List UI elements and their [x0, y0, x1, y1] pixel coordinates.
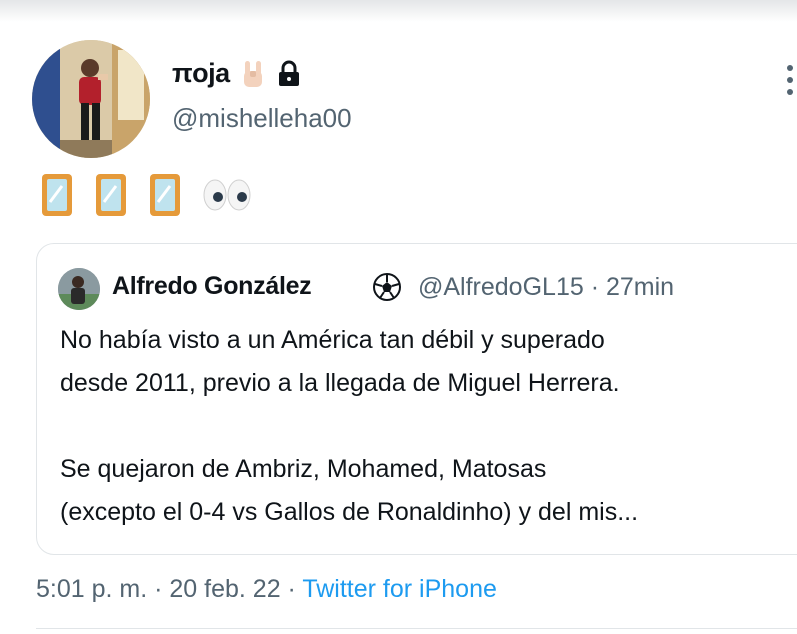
more-options-icon[interactable]	[783, 60, 797, 100]
quoted-author-name[interactable]: Alfredo González	[112, 272, 312, 301]
tweet-timestamp-row: 5:01 p. m. · 20 feb. 22 · Twitter for iP…	[36, 575, 497, 604]
divider	[36, 628, 797, 629]
author-avatar[interactable]	[32, 40, 150, 158]
quoted-time-ago[interactable]: 27min	[606, 273, 674, 301]
quoted-text-line: No había visto a un América tan débil y …	[60, 326, 605, 354]
tweet-source-link[interactable]: Twitter for iPhone	[302, 575, 497, 603]
quoted-text-line: desde 2011, previo a la llegada de Migue…	[60, 369, 620, 397]
eyes-emoji-icon	[203, 179, 251, 211]
mirror-emoji-icon	[150, 174, 180, 216]
tweet-timestamp[interactable]: 5:01 p. m. · 20 feb. 22 ·	[36, 575, 302, 603]
tweet-text	[40, 172, 252, 218]
author-display-name[interactable]: πoja	[172, 58, 230, 89]
top-shadow	[0, 0, 797, 22]
quoted-text-line: (excepto el 0-4 vs Gallos de Ronaldinho)…	[60, 498, 639, 526]
lock-icon	[278, 60, 299, 86]
quoted-text-line: Se quejaron de Ambriz, Mohamed, Matosas	[60, 455, 547, 483]
quoted-author-handle[interactable]: @AlfredoGL15	[418, 273, 584, 301]
mirror-emoji-icon	[96, 174, 126, 216]
rock-hand-emoji-icon	[243, 60, 262, 87]
quoted-avatar-photo	[58, 268, 100, 310]
meta-separator: ·	[590, 273, 600, 301]
quoted-meta: @AlfredoGL15 · 27min	[418, 273, 674, 302]
mirror-emoji-icon	[42, 174, 72, 216]
author-display-name-row[interactable]: πoja	[172, 58, 302, 89]
author-handle[interactable]: @mishelleha00	[172, 103, 352, 134]
soccer-ball-icon	[373, 273, 401, 301]
quoted-author-avatar[interactable]	[58, 268, 100, 310]
avatar-photo	[32, 40, 150, 158]
